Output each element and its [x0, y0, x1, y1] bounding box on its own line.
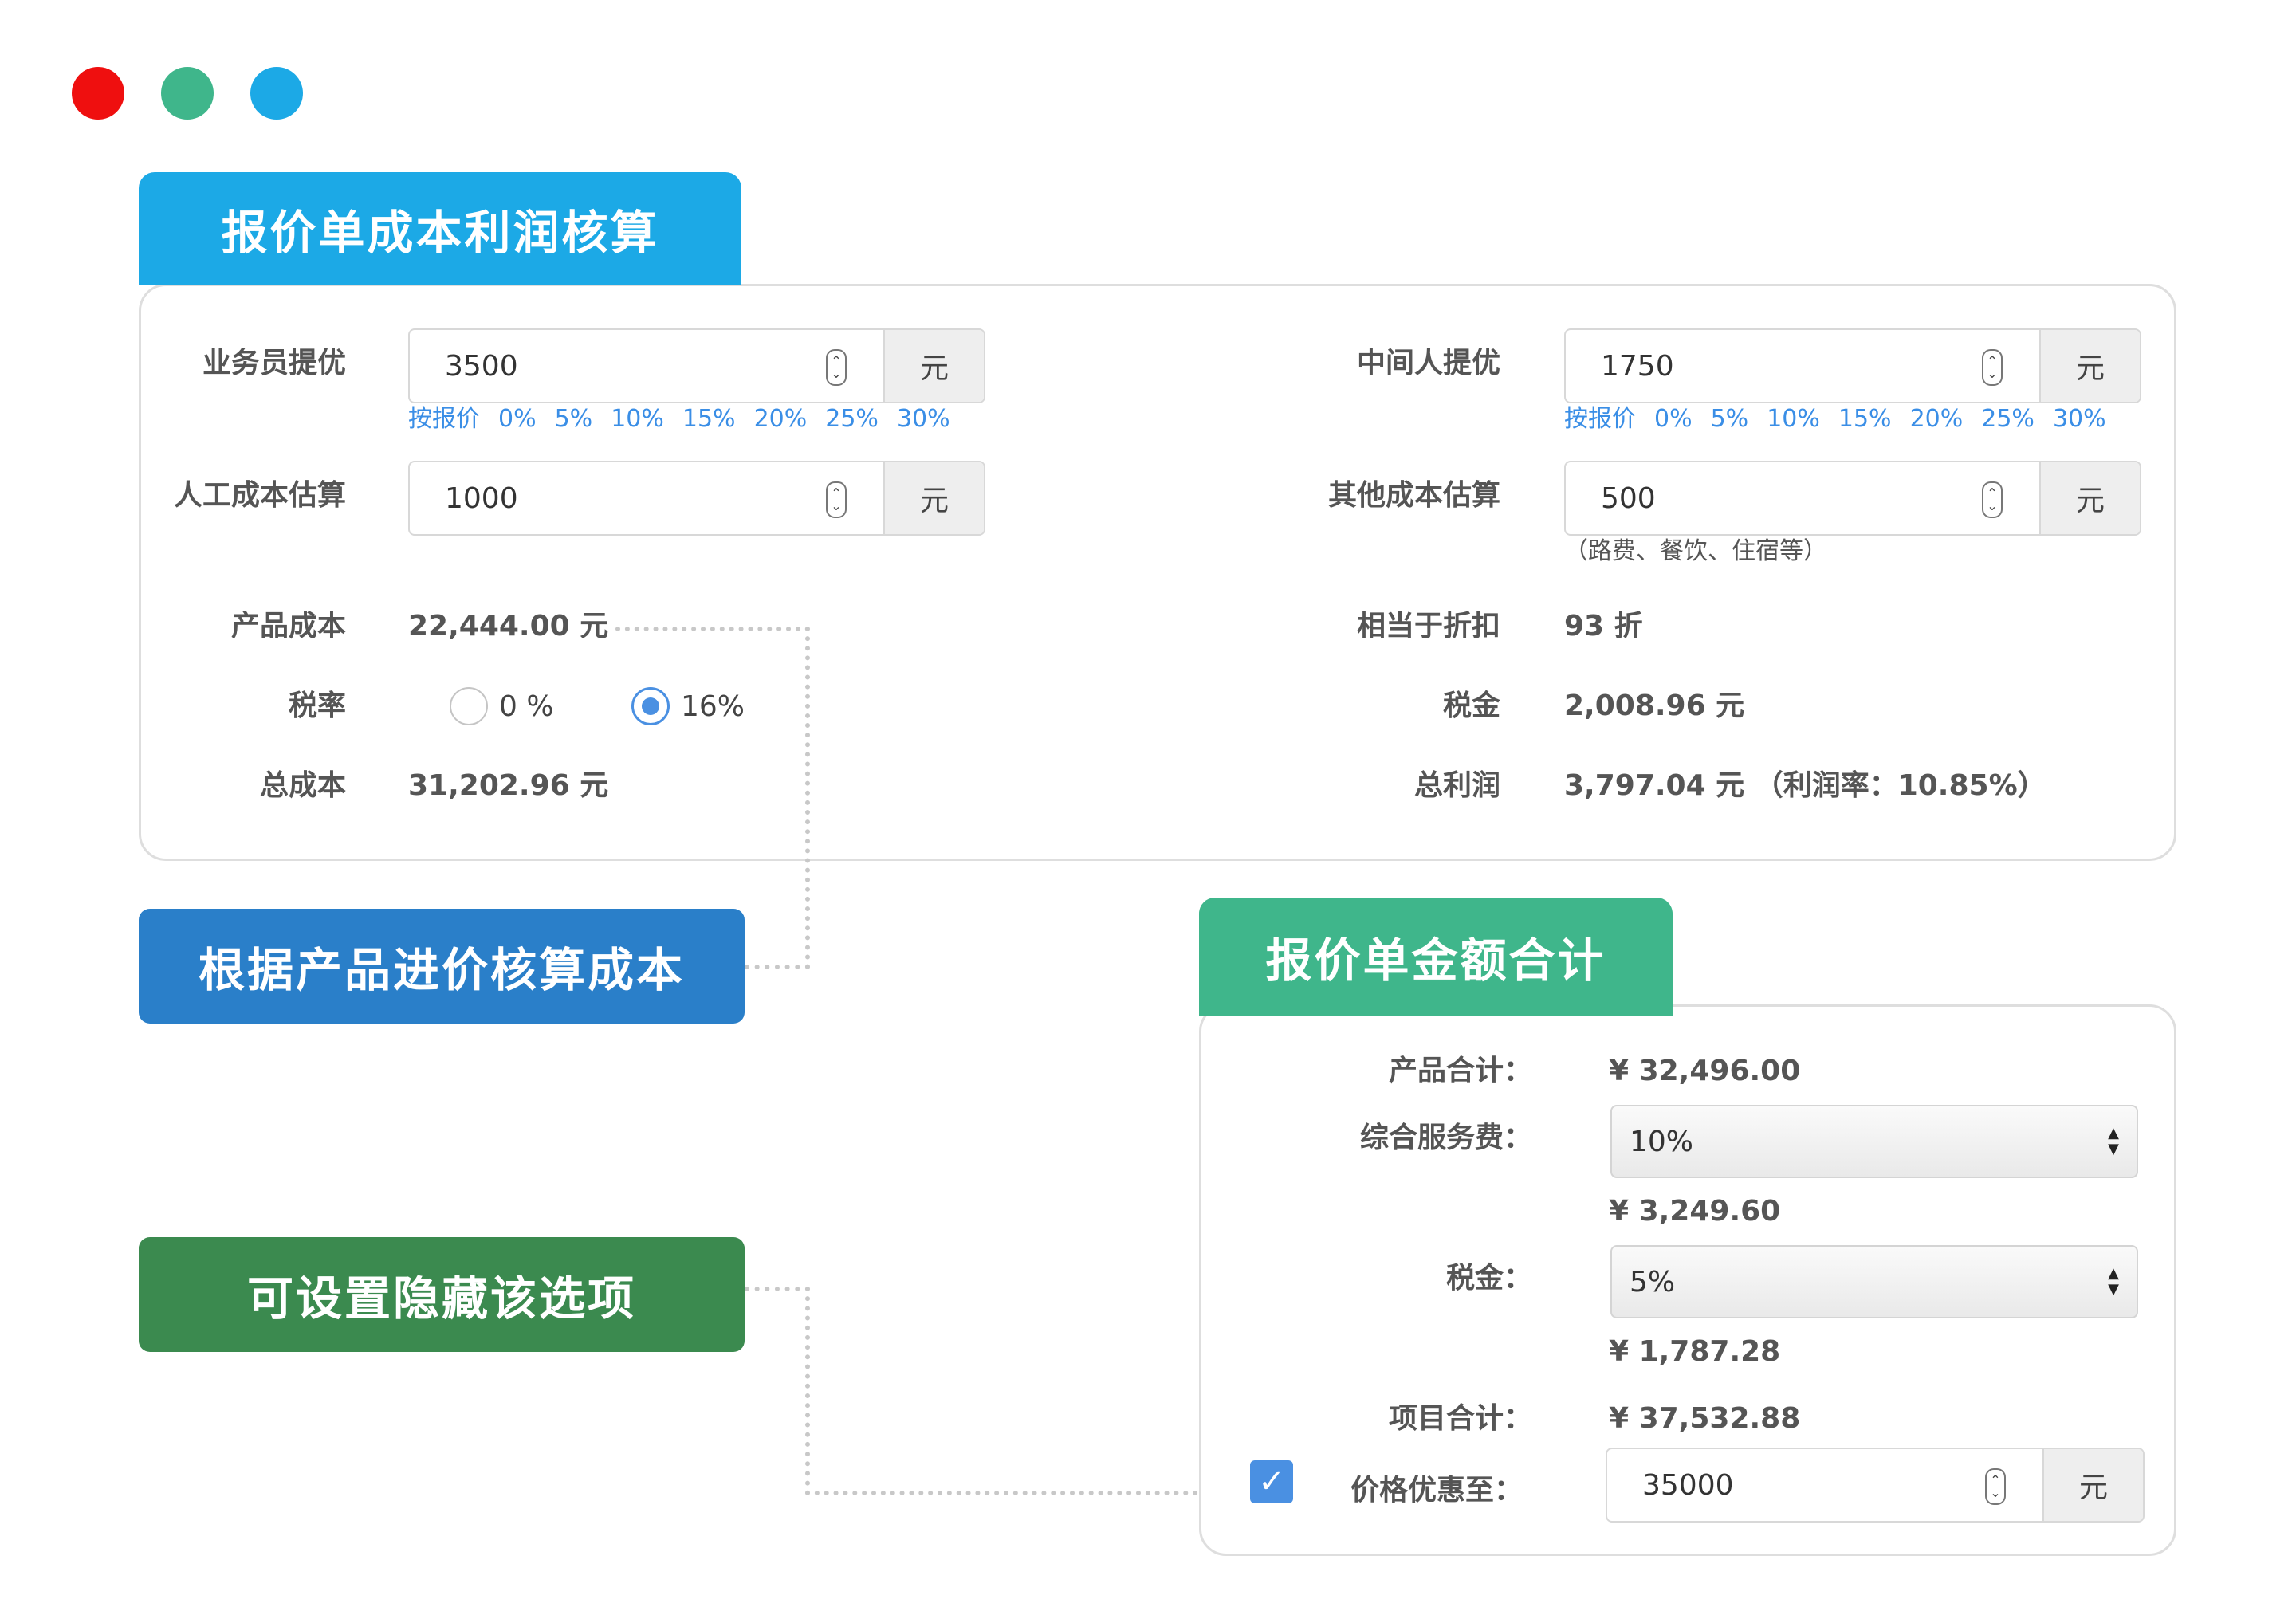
- connector-line: [745, 965, 810, 969]
- quick-option[interactable]: 30%: [897, 405, 950, 433]
- check-icon: ✓: [1258, 1464, 1285, 1500]
- quick-option[interactable]: 0%: [498, 405, 537, 433]
- discount-checkbox[interactable]: ✓: [1250, 1460, 1293, 1503]
- tax-value: 2,008.96 元: [1564, 690, 1745, 722]
- can-hide-callout: 可设置隐藏该选项: [139, 1237, 745, 1352]
- total-profit-value: 3,797.04 元 （利润率：10.85%）: [1564, 769, 2046, 802]
- service-fee-amount: ¥ 3,249.60: [1609, 1195, 1781, 1228]
- tax-label: 税金: [1442, 690, 1500, 722]
- quick-option[interactable]: 5%: [1711, 405, 1749, 433]
- quick-option[interactable]: 25%: [825, 405, 879, 433]
- product-total-value: ¥ 32,496.00: [1609, 1055, 1801, 1087]
- quick-option[interactable]: 按报价: [1564, 405, 1636, 433]
- quick-option[interactable]: 20%: [754, 405, 808, 433]
- total-cost-value: 31,202.96 元: [408, 769, 609, 802]
- labor-cost-input[interactable]: 1000 ⌃ ⌄: [410, 462, 883, 534]
- tax-select[interactable]: 5% ▲ ▼: [1610, 1245, 2138, 1318]
- discount-to-label: 价格优惠至：: [1350, 1474, 1523, 1507]
- quick-option[interactable]: 10%: [1767, 405, 1820, 433]
- quick-option[interactable]: 30%: [2053, 405, 2106, 433]
- connector-line: [805, 1287, 810, 1495]
- select-arrows-icon: ▲ ▼: [2108, 1265, 2119, 1298]
- connector-line: [805, 627, 810, 969]
- other-cost-input-group: 500 ⌃ ⌄ 元: [1564, 461, 2141, 536]
- total-profit-label: 总利润: [1413, 769, 1500, 802]
- product-cost-label: 产品成本: [230, 610, 346, 642]
- product-cost-value: 22,444.00 元: [408, 610, 609, 642]
- spinner-icon[interactable]: ⌃ ⌄: [826, 481, 847, 518]
- spinner-icon[interactable]: ⌃ ⌄: [1985, 1468, 2006, 1505]
- quick-option[interactable]: 25%: [1981, 405, 2035, 433]
- cost-panel-title: 报价单成本利润核算: [139, 172, 741, 285]
- tax-amount: ¥ 1,787.28: [1609, 1335, 1781, 1368]
- middleman-label: 中间人提优: [1356, 347, 1500, 379]
- spinner-icon[interactable]: ⌃ ⌄: [1982, 349, 2003, 386]
- salesman-input-group: 3500 ⌃ ⌄ 元: [408, 328, 985, 403]
- salesman-input[interactable]: 3500 ⌃ ⌄: [410, 330, 883, 402]
- salesman-quick-options: 按报价 0% 5% 10% 15% 20% 25% 30%: [408, 403, 969, 435]
- radio-circle-selected[interactable]: [631, 687, 670, 725]
- connector-line: [805, 1491, 1236, 1495]
- minimize-window-button[interactable]: [161, 67, 214, 120]
- maximize-window-button[interactable]: [250, 67, 303, 120]
- service-fee-select[interactable]: 10% ▲ ▼: [1610, 1105, 2138, 1178]
- other-cost-hint: （路费、餐饮、住宿等）: [1564, 537, 1827, 565]
- tax-rate-label: 税率: [288, 690, 346, 722]
- select-arrows-icon: ▲ ▼: [2108, 1125, 2119, 1157]
- quick-option[interactable]: 15%: [682, 405, 736, 433]
- unit-label: 元: [883, 462, 984, 534]
- connector-line: [745, 1287, 810, 1291]
- quick-option[interactable]: 按报价: [408, 405, 480, 433]
- total-panel-title: 报价单金额合计: [1199, 898, 1673, 1016]
- tax-rate-radio-16[interactable]: 16%: [631, 687, 745, 725]
- quick-option[interactable]: 15%: [1838, 405, 1892, 433]
- unit-label: 元: [2039, 462, 2140, 534]
- unit-label: 元: [883, 330, 984, 402]
- tax-select-label: 税金：: [1445, 1262, 1532, 1295]
- middleman-input[interactable]: 1750 ⌃ ⌄: [1566, 330, 2039, 402]
- unit-label: 元: [2039, 330, 2140, 402]
- quick-option[interactable]: 5%: [555, 405, 593, 433]
- discount-value: 93 折: [1564, 610, 1643, 642]
- unit-label: 元: [2042, 1449, 2143, 1521]
- product-total-label: 产品合计：: [1388, 1055, 1532, 1087]
- close-window-button[interactable]: [72, 67, 124, 120]
- discount-label: 相当于折扣: [1356, 610, 1500, 642]
- spinner-icon[interactable]: ⌃ ⌄: [826, 349, 847, 386]
- discount-input-group: 35000 ⌃ ⌄ 元: [1606, 1448, 2145, 1523]
- middleman-input-group: 1750 ⌃ ⌄ 元: [1564, 328, 2141, 403]
- service-fee-label: 综合服务费：: [1359, 1122, 1532, 1154]
- quick-option[interactable]: 10%: [611, 405, 664, 433]
- total-cost-label: 总成本: [259, 769, 346, 802]
- other-cost-input[interactable]: 500 ⌃ ⌄: [1566, 462, 2039, 534]
- labor-input-group: 1000 ⌃ ⌄ 元: [408, 461, 985, 536]
- labor-cost-label: 人工成本估算: [173, 479, 346, 512]
- cost-by-purchase-callout: 根据产品进价核算成本: [139, 909, 745, 1024]
- item-total-value: ¥ 37,532.88: [1609, 1402, 1801, 1435]
- item-total-label: 项目合计：: [1388, 1402, 1532, 1435]
- radio-circle[interactable]: [450, 687, 488, 725]
- tax-rate-radio-0[interactable]: 0 %: [450, 687, 554, 725]
- quick-option[interactable]: 0%: [1654, 405, 1693, 433]
- connector-line: [615, 627, 810, 631]
- spinner-icon[interactable]: ⌃ ⌄: [1982, 481, 2003, 518]
- quick-option[interactable]: 20%: [1910, 405, 1964, 433]
- salesman-label: 业务员提优: [202, 347, 346, 379]
- other-cost-label: 其他成本估算: [1327, 479, 1500, 512]
- middleman-quick-options: 按报价 0% 5% 10% 15% 20% 25% 30%: [1564, 403, 2125, 435]
- discount-to-input[interactable]: 35000 ⌃ ⌄: [1607, 1449, 2042, 1521]
